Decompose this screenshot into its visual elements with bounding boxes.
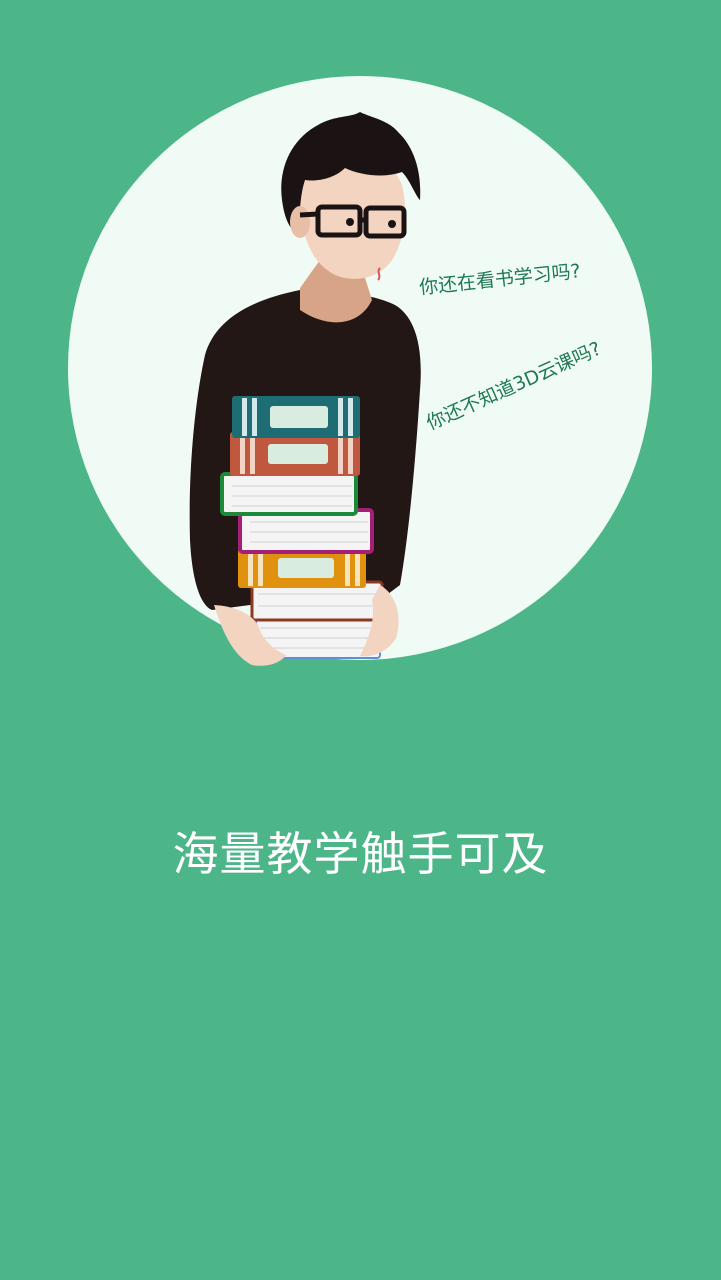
ear	[290, 206, 310, 238]
student-with-books-illustration: 你还在看书学习吗? 你还不知道3D云课吗?	[68, 76, 652, 666]
intro-screen: 你还在看书学习吗? 你还不知道3D云课吗? 海量教学触手可及	[0, 0, 721, 1280]
mouth	[377, 267, 381, 281]
intro-slogan: 海量教学触手可及	[172, 827, 549, 881]
eye-right	[388, 220, 396, 228]
eye-left	[346, 218, 354, 226]
